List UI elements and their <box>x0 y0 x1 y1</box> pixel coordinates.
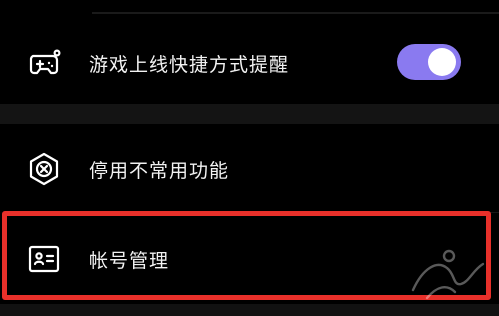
watermark-logo <box>411 249 485 300</box>
hexagon-x-icon <box>26 151 62 187</box>
gamepad-icon <box>26 45 62 81</box>
divider <box>92 12 499 14</box>
settings-item-label: 帐号管理 <box>89 249 170 272</box>
section-separator <box>0 104 499 124</box>
settings-item-disable-unused-features[interactable]: 停用不常用功能 <box>0 134 499 204</box>
id-card-icon <box>26 241 62 277</box>
settings-item-label: 停用不常用功能 <box>89 159 230 182</box>
settings-item-label: 游戏上线快捷方式提醒 <box>89 53 290 76</box>
game-shortcut-toggle[interactable] <box>397 44 461 80</box>
toggle-knob <box>428 48 456 76</box>
settings-screen: 游戏上线快捷方式提醒 停用不常用功能 帐号管理 <box>0 0 499 316</box>
settings-item-game-shortcut-reminder[interactable]: 游戏上线快捷方式提醒 <box>0 28 499 98</box>
divider <box>92 212 499 213</box>
